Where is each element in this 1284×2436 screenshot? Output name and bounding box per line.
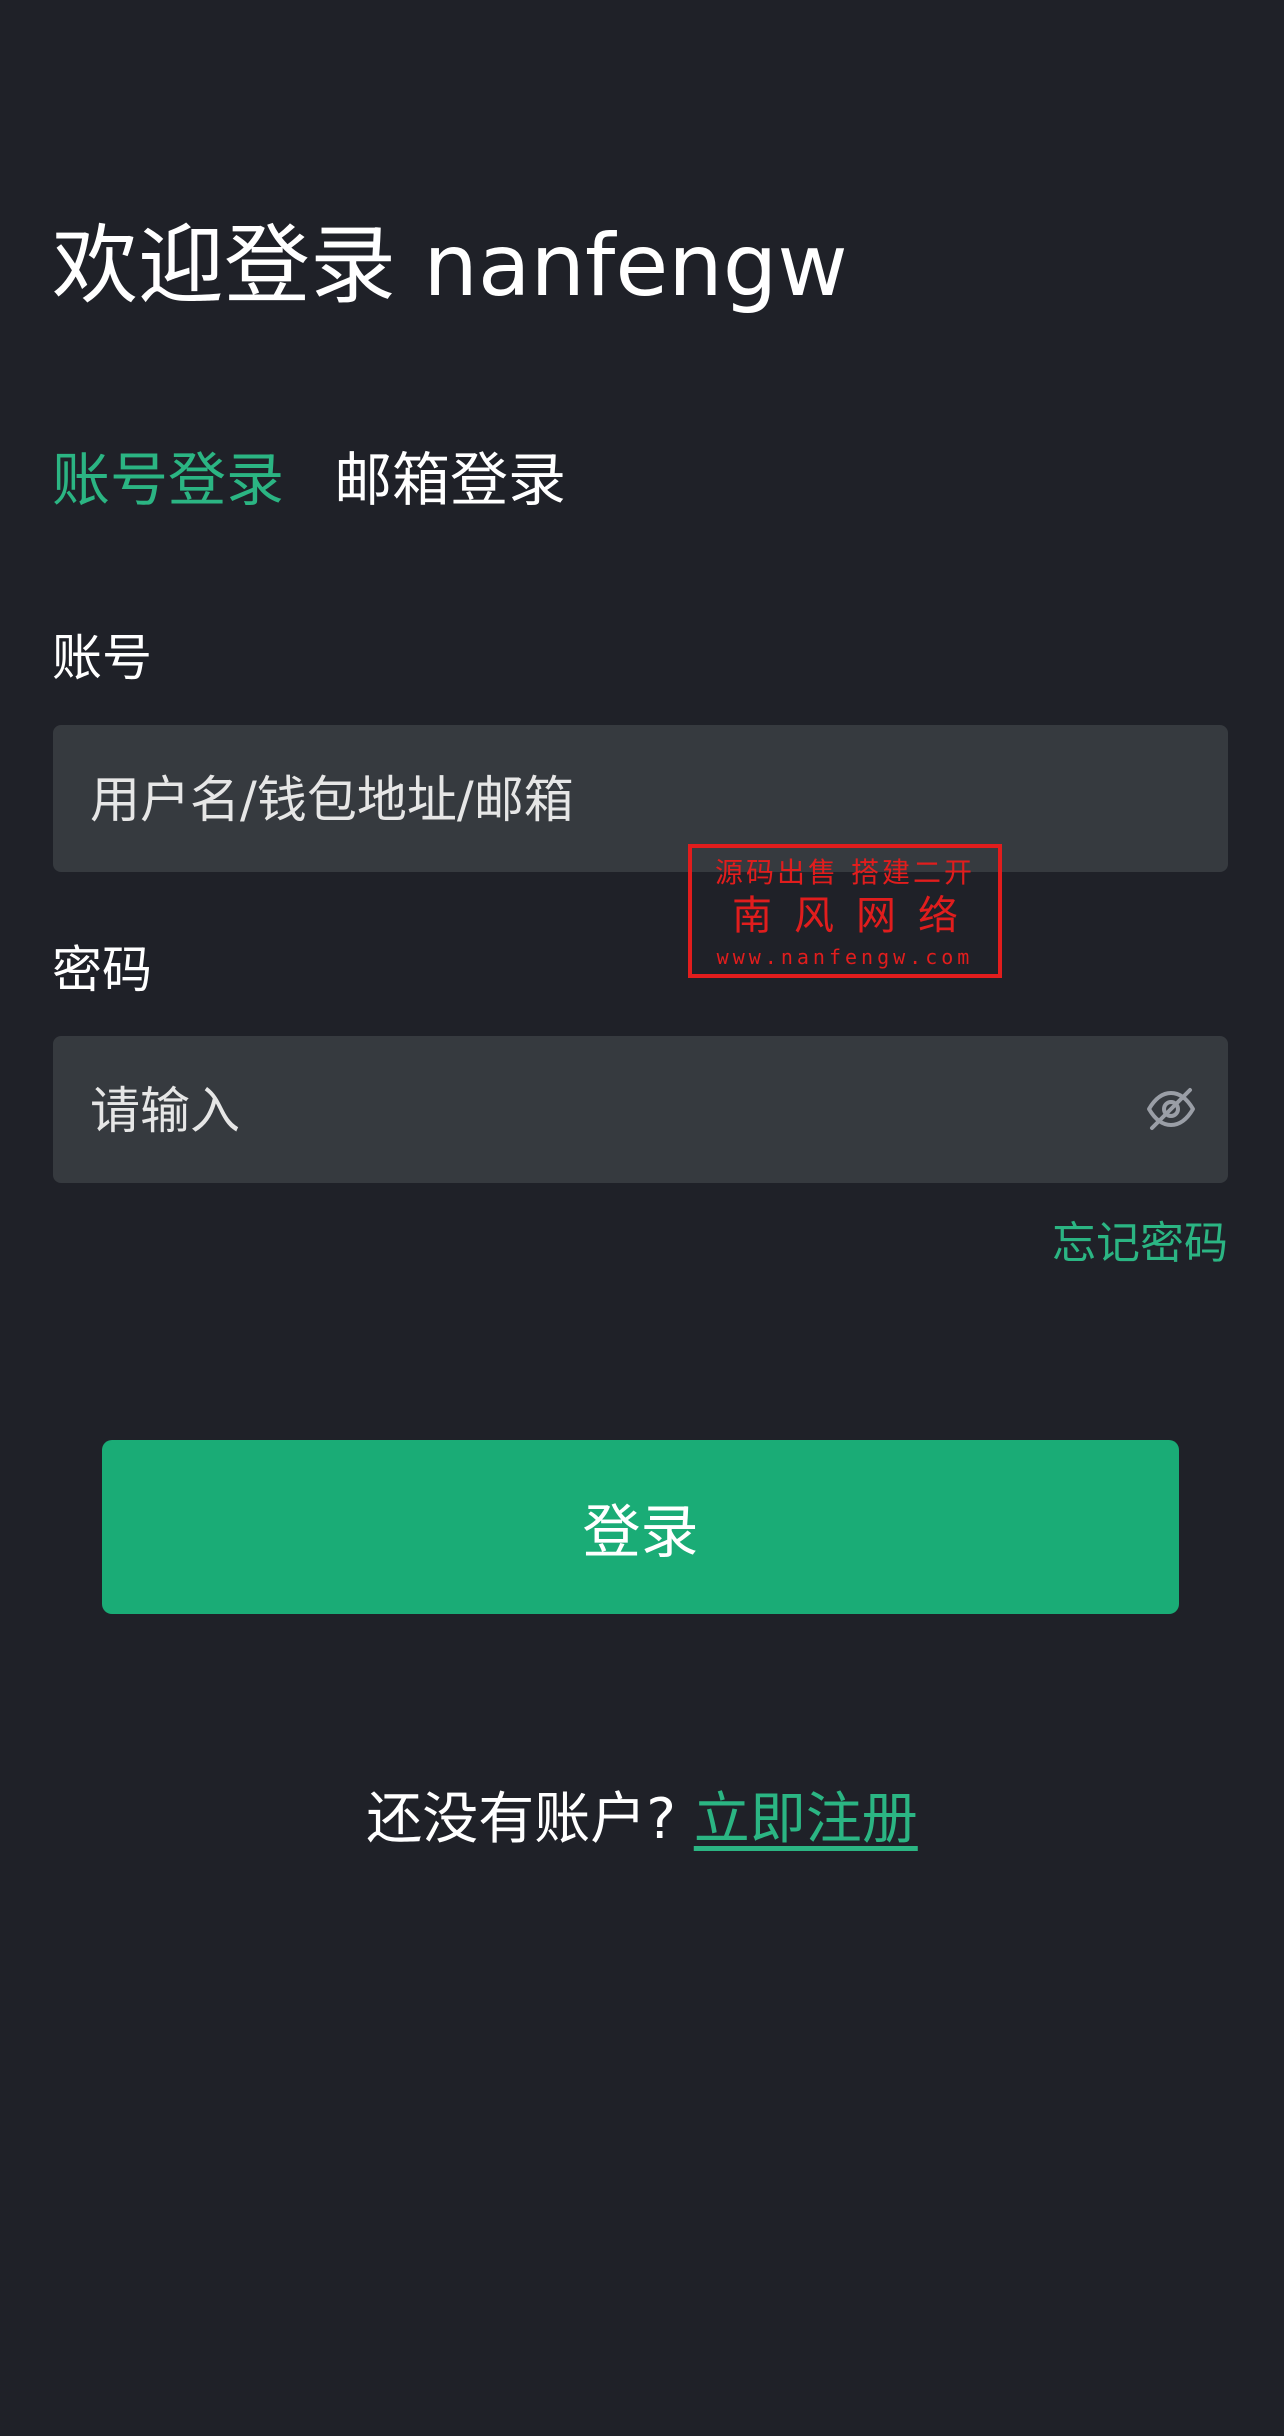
account-field-container bbox=[53, 725, 1228, 874]
page-title: 欢迎登录 nanfengw bbox=[52, 216, 848, 316]
login-tabs: 账号登录 邮箱登录 bbox=[52, 438, 566, 522]
password-field-container bbox=[53, 1036, 1228, 1185]
account-label: 账号 bbox=[52, 629, 152, 687]
forgot-password-link[interactable]: 忘记密码 bbox=[1052, 1214, 1228, 1274]
password-label: 密码 bbox=[52, 941, 152, 999]
watermark-line-2: 南风网络 bbox=[732, 893, 980, 939]
watermark-line-3: www.nanfengw.com bbox=[716, 945, 974, 969]
tab-account-login[interactable]: 账号登录 bbox=[52, 438, 284, 522]
register-prompt-text: 还没有账户? bbox=[366, 1787, 676, 1852]
register-prompt-line: 还没有账户? 立即注册 bbox=[0, 1780, 1284, 1860]
login-page: 欢迎登录 nanfengw 账号登录 邮箱登录 账号 密码 忘记密码 登录 还没… bbox=[0, 0, 1284, 2436]
watermark-stamp: 源码出售 搭建二开 南风网络 www.nanfengw.com bbox=[688, 844, 1002, 978]
tab-email-login[interactable]: 邮箱登录 bbox=[334, 438, 566, 522]
login-button[interactable]: 登录 bbox=[102, 1440, 1179, 1614]
register-link[interactable]: 立即注册 bbox=[694, 1787, 918, 1852]
watermark-line-1: 源码出售 搭建二开 bbox=[715, 856, 975, 889]
eye-off-icon[interactable] bbox=[1146, 1086, 1196, 1132]
password-input[interactable] bbox=[88, 1036, 1132, 1185]
